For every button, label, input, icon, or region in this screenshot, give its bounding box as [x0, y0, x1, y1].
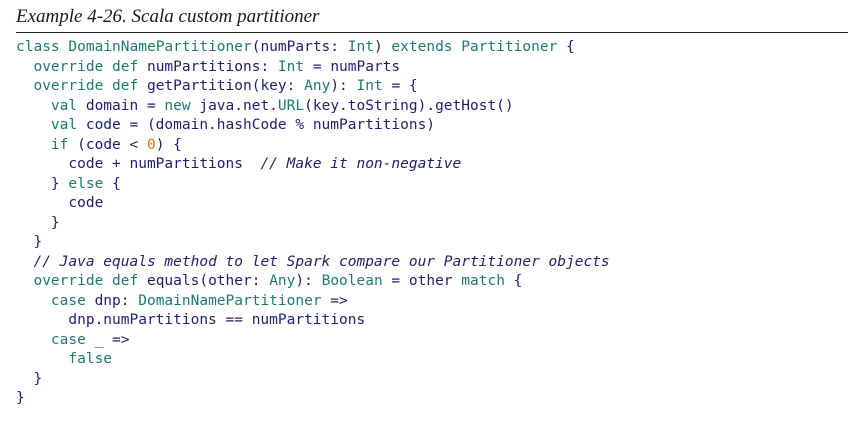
- code-token: match: [461, 273, 514, 289]
- code-token: ):: [295, 273, 322, 289]
- code-line: }: [16, 389, 610, 409]
- code-line: override def numPartitions: Int = numPar…: [16, 58, 610, 78]
- code-token: Int: [277, 58, 305, 75]
- code-token: DomainNamePartitioner: [138, 292, 322, 309]
- code-line: override def getPartition(key: Any): Int…: [16, 77, 610, 97]
- caption-divider: [16, 32, 848, 33]
- code-token: dnp.numPartitions == numPartitions: [16, 312, 366, 328]
- code-line: override def equals(other: Any): Boolean…: [16, 272, 610, 292]
- code-token: false: [68, 351, 113, 367]
- code-token: domain =: [85, 97, 165, 114]
- code-token: override def: [33, 273, 147, 289]
- code-token: new: [164, 97, 200, 114]
- code-token: ):: [330, 78, 357, 94]
- code-token: 0: [146, 136, 156, 153]
- code-token: {: [557, 39, 575, 55]
- code-token: = numParts: [304, 58, 401, 75]
- code-token: code: [16, 195, 104, 211]
- code-token: Int: [356, 78, 383, 94]
- code-line: case dnp: DomainNamePartitioner =>: [16, 292, 610, 312]
- code-line: dnp.numPartitions == numPartitions: [16, 311, 610, 331]
- code-line: code + numPartitions // Make it non-nega…: [16, 155, 610, 175]
- code-token: extends: [391, 39, 462, 55]
- code-token: =>: [321, 292, 348, 309]
- code-token: // Java equals method to let Spark compa…: [33, 253, 610, 270]
- code-token: dnp:: [94, 292, 139, 309]
- code-token: ): [373, 39, 392, 55]
- code-token: = other: [382, 273, 462, 289]
- code-token: if: [50, 136, 78, 153]
- code-token: }: [16, 214, 60, 231]
- code-token: getPartition(key:: [146, 78, 305, 94]
- code-token: {: [513, 273, 523, 289]
- code-token: code = (domain.hashCode % numPartitions): [85, 117, 436, 133]
- code-line: false: [16, 350, 610, 370]
- code-line: val domain = new java.net.URL(key.toStri…: [16, 97, 610, 117]
- code-line: if (code < 0) {: [16, 136, 610, 156]
- code-token: {: [112, 175, 121, 192]
- code-token: }: [16, 175, 69, 192]
- code-token: override def: [33, 58, 147, 75]
- code-token: Boolean: [321, 273, 383, 289]
- code-token: case: [50, 292, 95, 309]
- code-token: DomainNamePartitioner: [68, 39, 252, 55]
- code-token: val: [50, 117, 86, 133]
- code-token: }: [16, 370, 43, 387]
- code-token: Any: [269, 273, 296, 289]
- code-token: }: [16, 234, 43, 250]
- code-line: case _ =>: [16, 331, 610, 351]
- code-token: (code <: [77, 136, 147, 153]
- code-line: }: [16, 370, 610, 390]
- code-line: class DomainNamePartitioner(numParts: In…: [16, 38, 610, 58]
- code-token: val: [50, 97, 86, 114]
- code-token: override def: [33, 78, 147, 94]
- code-line: }: [16, 214, 610, 234]
- code-token: Any: [304, 78, 331, 94]
- code-token: code + numPartitions: [16, 156, 261, 172]
- code-line: } else {: [16, 175, 610, 195]
- code-token: (key.toString).getHost(): [304, 97, 514, 114]
- code-token: ) {: [155, 136, 182, 153]
- code-token: = {: [382, 78, 418, 94]
- code-line: // Java equals method to let Spark compa…: [16, 253, 610, 273]
- code-token: numPartitions:: [146, 58, 278, 75]
- code-block: class DomainNamePartitioner(numParts: In…: [16, 38, 610, 409]
- code-token: java.net.: [199, 97, 278, 114]
- code-token: URL: [277, 97, 305, 114]
- code-line: val code = (domain.hashCode % numPartiti…: [16, 116, 610, 136]
- code-token: class: [16, 39, 69, 55]
- code-token: // Make it non-negative: [260, 156, 462, 172]
- code-token: _ =>: [94, 331, 130, 348]
- code-token: equals(other:: [146, 273, 270, 289]
- code-line: code: [16, 194, 610, 214]
- code-token: (numParts:: [251, 39, 348, 55]
- code-token: Int: [347, 39, 374, 55]
- code-token: else: [68, 175, 113, 192]
- code-line: }: [16, 233, 610, 253]
- example-caption: Example 4-26. Scala custom partitioner: [16, 6, 320, 27]
- code-token: }: [16, 390, 25, 406]
- code-token: case: [50, 331, 95, 348]
- code-token: Partitioner: [461, 39, 558, 55]
